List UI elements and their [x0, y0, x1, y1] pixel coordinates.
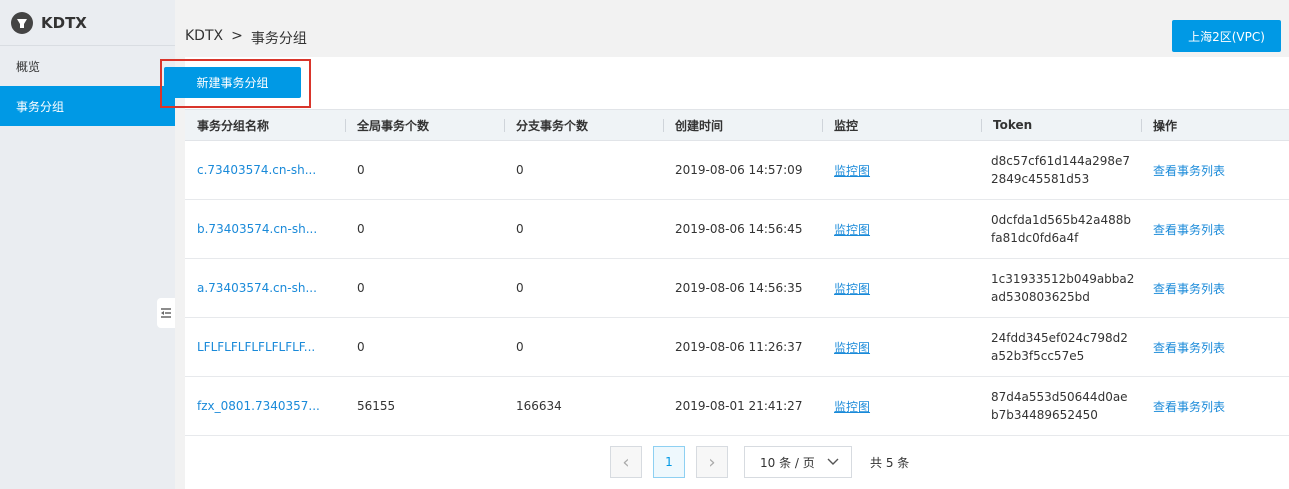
monitor-cell: 监控图 — [822, 200, 981, 259]
main: KDTX > 事务分组 上海2区(VPC) 新建事务分组 事务分组名称 全局事务… — [160, 0, 1289, 489]
chevron-left-icon: ‹ — [622, 451, 630, 473]
group-name-link[interactable]: fzx_0801.7340357... — [185, 377, 345, 436]
monitor-chart-link[interactable]: 监控图 — [834, 282, 870, 296]
breadcrumb-root[interactable]: KDTX — [185, 28, 223, 48]
breadcrumb: KDTX > 事务分组 — [185, 28, 307, 48]
created-time: 2019-08-01 21:41:27 — [675, 399, 803, 413]
transaction-group-table: 事务分组名称 全局事务个数 分支事务个数 创建时间 监控 Token 操作 c.… — [185, 109, 1289, 436]
table-row: b.73403574.cn-sh... 0 0 2019-08-06 14:56… — [185, 200, 1289, 259]
sidebar-item-overview[interactable]: 概览 — [0, 46, 175, 86]
monitor-chart-link[interactable]: 监控图 — [834, 341, 870, 355]
global-count: 0 — [357, 163, 365, 177]
table-row: fzx_0801.7340357... 56155 166634 2019-08… — [185, 377, 1289, 436]
token-value: 0dcfda1d565b42a488bfa81dc0fd6a4f — [991, 213, 1131, 245]
global-count: 56155 — [357, 399, 396, 413]
brand: KDTX — [0, 0, 175, 46]
table-row: a.73403574.cn-sh... 0 0 2019-08-06 14:56… — [185, 259, 1289, 318]
content-panel: 新建事务分组 事务分组名称 全局事务个数 分支事务个数 创建时间 监控 Toke… — [160, 57, 1289, 489]
token-value: 87d4a553d50644d0aeb7b34489652450 — [991, 390, 1128, 422]
monitor-chart-link[interactable]: 监控图 — [834, 223, 870, 237]
monitor-cell: 监控图 — [822, 259, 981, 318]
global-count: 0 — [357, 281, 365, 295]
global-count: 0 — [357, 222, 365, 236]
header-token: Token — [981, 109, 1141, 141]
view-transactions-link[interactable]: 查看事务列表 — [1153, 282, 1225, 296]
actions-cell: 查看事务列表 — [1141, 141, 1289, 200]
table-row: LFLFLFLFLFLFLFLF... 0 0 2019-08-06 11:26… — [185, 318, 1289, 377]
created-time: 2019-08-06 14:56:45 — [675, 222, 803, 236]
view-transactions-link[interactable]: 查看事务列表 — [1153, 341, 1225, 355]
actions-cell: 查看事务列表 — [1141, 318, 1289, 377]
region-select-button[interactable]: 上海2区(VPC) — [1172, 20, 1281, 52]
created-time: 2019-08-06 14:56:35 — [675, 281, 803, 295]
header-monitor: 监控 — [822, 109, 981, 141]
pagination: ‹ 1 › 10 条 / 页 共 5 条 — [610, 446, 909, 478]
create-transaction-group-button[interactable]: 新建事务分组 — [164, 67, 301, 98]
header-branch-count: 分支事务个数 — [504, 109, 663, 141]
branch-count: 0 — [516, 222, 524, 236]
actions-cell: 查看事务列表 — [1141, 259, 1289, 318]
view-transactions-link[interactable]: 查看事务列表 — [1153, 164, 1225, 178]
created-time: 2019-08-06 11:26:37 — [675, 340, 803, 354]
prev-page-button[interactable]: ‹ — [610, 446, 642, 478]
header-actions: 操作 — [1141, 109, 1289, 141]
breadcrumb-current: 事务分组 — [250, 31, 307, 47]
branch-count: 0 — [516, 281, 524, 295]
header-group-name: 事务分组名称 — [185, 109, 345, 141]
token-value: 1c31933512b049abba2ad530803625bd — [991, 272, 1135, 304]
page-size-select[interactable]: 10 条 / 页 — [744, 446, 852, 478]
brand-title: KDTX — [41, 13, 87, 32]
monitor-cell: 监控图 — [822, 318, 981, 377]
token-value: d8c57cf61d144a298e72849c45581d53 — [991, 154, 1131, 186]
created-time: 2019-08-06 14:57:09 — [675, 163, 803, 177]
sidebar: KDTX 概览 事务分组 — [0, 0, 175, 489]
branch-count: 166634 — [516, 399, 562, 413]
collapse-sidebar-icon[interactable] — [157, 298, 175, 328]
chevron-right-icon: › — [708, 451, 716, 473]
group-name-link[interactable]: LFLFLFLFLFLFLFLF... — [185, 318, 345, 377]
total-count: 共 5 条 — [870, 455, 910, 470]
token-value: 24fdd345ef024c798d2a52b3f5cc57e5 — [991, 331, 1128, 363]
group-name-link[interactable]: b.73403574.cn-sh... — [185, 200, 345, 259]
breadcrumb-separator: > — [231, 28, 243, 44]
branch-count: 0 — [516, 163, 524, 177]
next-page-button[interactable]: › — [696, 446, 728, 478]
header-global-count: 全局事务个数 — [345, 109, 504, 141]
page-number-button[interactable]: 1 — [653, 446, 685, 478]
group-name-link[interactable]: c.73403574.cn-sh... — [185, 141, 345, 200]
view-transactions-link[interactable]: 查看事务列表 — [1153, 223, 1225, 237]
table-row: c.73403574.cn-sh... 0 0 2019-08-06 14:57… — [185, 141, 1289, 200]
branch-count: 0 — [516, 340, 524, 354]
kdtx-logo-icon — [11, 11, 33, 34]
global-count: 0 — [357, 340, 365, 354]
actions-cell: 查看事务列表 — [1141, 377, 1289, 436]
view-transactions-link[interactable]: 查看事务列表 — [1153, 400, 1225, 414]
page-size-value: 10 条 / 页 — [760, 455, 815, 470]
monitor-cell: 监控图 — [822, 377, 981, 436]
group-name-link[interactable]: a.73403574.cn-sh... — [185, 259, 345, 318]
actions-cell: 查看事务列表 — [1141, 200, 1289, 259]
chevron-down-icon — [827, 458, 839, 465]
monitor-chart-link[interactable]: 监控图 — [834, 164, 870, 178]
monitor-cell: 监控图 — [822, 141, 981, 200]
header-created-time: 创建时间 — [663, 109, 822, 141]
monitor-chart-link[interactable]: 监控图 — [834, 400, 870, 414]
sidebar-item-transaction-group[interactable]: 事务分组 — [0, 86, 175, 126]
table-header-row: 事务分组名称 全局事务个数 分支事务个数 创建时间 监控 Token 操作 — [185, 109, 1289, 141]
